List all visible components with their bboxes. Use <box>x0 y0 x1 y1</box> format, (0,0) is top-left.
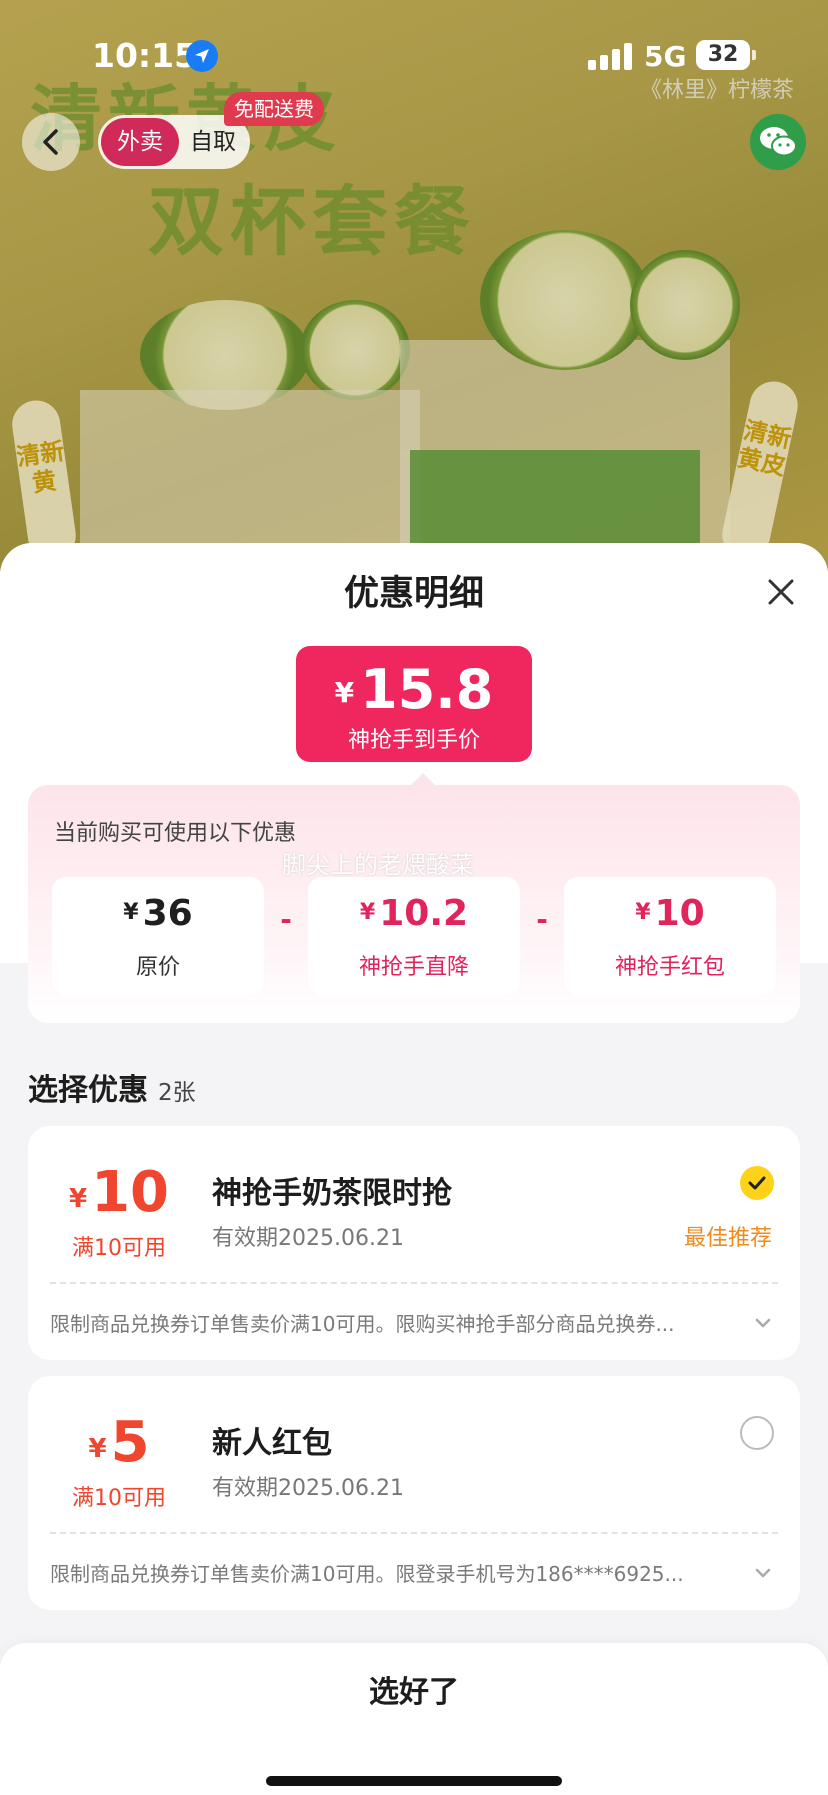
currency-symbol: ¥ <box>334 676 355 709</box>
discount-breakdown-panel: 当前购买可使用以下优惠 脚尖上的老煨酸菜 ¥36 原价 - ¥10.2 神抢手直… <box>28 773 800 1023</box>
dashed-divider <box>50 1282 778 1284</box>
amount: 36 <box>142 893 193 934</box>
back-button[interactable] <box>22 113 80 171</box>
final-price-badge: ¥15.8 神抢手到手价 <box>296 646 532 762</box>
coupon-expiry: 有效期2025.06.21 <box>212 1476 404 1501</box>
coupon-condition: 满10可用 <box>72 1236 166 1261</box>
sheet-title: 优惠明细 <box>343 574 484 614</box>
coupon-name: 新人红包 <box>212 1426 332 1461</box>
currency-symbol: ¥ <box>88 1434 107 1464</box>
close-button[interactable] <box>762 573 800 611</box>
final-price-label: 神抢手到手价 <box>347 728 480 753</box>
coupon-card[interactable]: ¥5 满10可用 新人红包 有效期2025.06.21 限制商品兑换券订单售卖价… <box>28 1376 800 1610</box>
close-icon <box>768 579 794 605</box>
currency-symbol: ¥ <box>68 1184 88 1214</box>
minus-sign: - <box>280 903 292 936</box>
back-arrow-icon <box>43 129 58 155</box>
battery-icon: 32 <box>696 40 756 70</box>
watermark-text: 脚尖上的老煨酸菜 <box>282 851 474 879</box>
amount: 10 <box>91 1160 170 1225</box>
coupon-select-radio[interactable] <box>740 1416 774 1450</box>
confirm-button[interactable]: 选好了 <box>0 1643 828 1743</box>
currency-symbol: ¥ <box>635 900 651 925</box>
panel-caption: 当前购买可使用以下优惠 <box>54 821 297 846</box>
red-packet-box: ¥10 神抢手红包 <box>564 877 776 995</box>
wechat-icon <box>760 127 797 157</box>
final-price-amount: ¥15.8 <box>296 658 532 721</box>
direct-discount-value: ¥10.2 <box>308 893 520 934</box>
red-packet-value: ¥10 <box>564 893 776 934</box>
amount: 5 <box>110 1410 150 1475</box>
minus-sign: - <box>536 903 548 936</box>
check-icon <box>748 1176 766 1190</box>
original-price-value: ¥36 <box>52 893 264 934</box>
amount: 10 <box>654 893 705 934</box>
coupon-name: 神抢手奶茶限时抢 <box>212 1176 452 1211</box>
location-arrow-icon <box>186 40 218 72</box>
coupon-select-checkbox[interactable] <box>740 1166 774 1200</box>
home-indicator[interactable] <box>266 1776 562 1786</box>
coupon-amount: ¥10 <box>28 1160 210 1225</box>
chevron-down-icon[interactable] <box>752 1312 774 1334</box>
signal-icon <box>588 42 632 70</box>
currency-symbol: ¥ <box>123 900 139 925</box>
direct-discount-label: 神抢手直降 <box>358 955 469 980</box>
original-price-label: 原价 <box>135 955 180 980</box>
select-coupon-title: 选择优惠 <box>28 1073 148 1108</box>
free-delivery-badge: 免配送费 <box>224 92 324 126</box>
discount-detail-sheet: 优惠明细 ¥15.8 神抢手到手价 当前购买可使用以下优惠 脚尖上的老煨酸菜 ¥… <box>0 543 828 1795</box>
share-wechat-button[interactable] <box>750 114 806 170</box>
chevron-down-icon[interactable] <box>752 1562 774 1584</box>
mode-delivery-tab[interactable]: 外卖 <box>101 118 179 166</box>
coupon-card[interactable]: ¥10 满10可用 神抢手奶茶限时抢 有效期2025.06.21 最佳推荐 限制… <box>28 1126 800 1360</box>
coupon-description: 限制商品兑换券订单售卖价满10可用。限登录手机号为186****6925... <box>50 1562 684 1586</box>
coupon-description: 限制商品兑换券订单售卖价满10可用。限购买神抢手部分商品兑换券... <box>50 1312 675 1336</box>
screen: 清新黄皮 双杯套餐 《林里》柠檬茶 清新黄 清新黄皮 10:15 5G 32 外… <box>0 0 828 1795</box>
status-bar: 10:15 5G 32 <box>0 0 828 110</box>
coupon-condition: 满10可用 <box>72 1486 166 1511</box>
coupon-expiry: 有效期2025.06.21 <box>212 1226 404 1251</box>
sheet-footer: 选好了 <box>0 1643 828 1795</box>
amount: 10.2 <box>379 893 469 934</box>
best-recommend-badge: 最佳推荐 <box>684 1226 773 1251</box>
network-type: 5G <box>644 40 687 73</box>
currency-symbol: ¥ <box>359 900 376 925</box>
final-price-value: 15.8 <box>360 658 494 721</box>
coupon-count: 2张 <box>158 1080 196 1106</box>
direct-discount-box: ¥10.2 神抢手直降 <box>308 877 520 995</box>
status-time: 10:15 <box>92 36 198 75</box>
red-packet-label: 神抢手红包 <box>614 955 725 980</box>
dashed-divider <box>50 1532 778 1534</box>
coupon-amount: ¥5 <box>28 1410 210 1475</box>
original-price-box: ¥36 原价 <box>52 877 264 995</box>
